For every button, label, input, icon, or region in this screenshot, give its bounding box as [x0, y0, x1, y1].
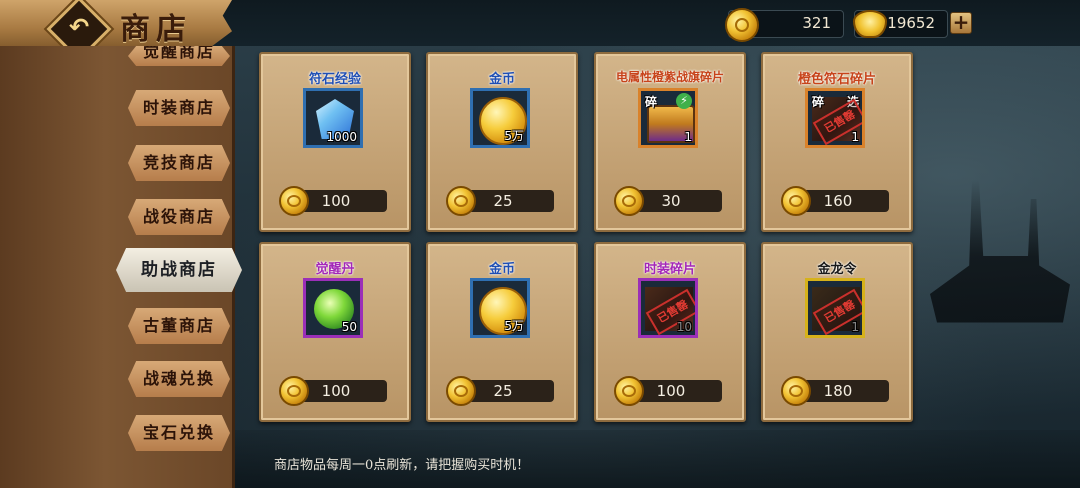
sidebar-item-assist-shop[interactable]: 助战商店 [116, 248, 242, 292]
item-slot[interactable]: 已售罄 1 [805, 278, 865, 338]
item-name: 时装碎片 [643, 262, 696, 277]
item-count: 10 [676, 320, 692, 334]
title-banner [0, 0, 232, 52]
item-slot[interactable]: 50 [303, 278, 363, 338]
fragment-badge: 碎 [645, 95, 658, 109]
price-coin-icon [614, 186, 644, 216]
price-coin-icon [279, 376, 309, 406]
item-count: 1 [851, 320, 859, 334]
price-coin-icon [781, 186, 811, 216]
price-coin-icon [446, 376, 476, 406]
sidebar-item-warsoul-exchange[interactable]: 战魂兑换 [128, 361, 230, 397]
item-slot[interactable]: 5万 [470, 278, 530, 338]
shop-item-card[interactable]: 橙色符石碎片 碎 选 已售罄 1 160 [761, 52, 913, 232]
lightning-icon: ⚡ [676, 93, 692, 109]
price-coin-icon [614, 376, 644, 406]
shop-item-card[interactable]: 觉醒丹 50 100 [259, 242, 411, 422]
shop-item-card[interactable]: 金龙令 已售罄 1 180 [761, 242, 913, 422]
gold-coin-icon [725, 8, 759, 42]
item-name: 觉醒丹 [315, 262, 355, 277]
page-title: 商店 [120, 12, 192, 47]
item-name: 金币 [488, 262, 515, 277]
shop-item-card[interactable]: 金币 5万 25 [426, 242, 578, 422]
back-arrow-icon[interactable]: ↶ [62, 10, 96, 44]
sidebar-item-awaken-shop[interactable]: 觉醒商店 [128, 46, 230, 66]
shop-item-card[interactable]: 时装碎片 已售罄 10 100 [594, 242, 746, 422]
item-name: 金龙令 [817, 262, 857, 277]
shop-item-card[interactable]: 电属性橙紫战旗碎片 碎 ⚡ 1 30 [594, 52, 746, 232]
item-count: 1 [851, 130, 859, 144]
item-slot[interactable]: 1000 [303, 88, 363, 148]
sidebar-item-fashion-shop[interactable]: 时装商店 [128, 90, 230, 126]
fragment-badge: 碎 [812, 95, 825, 109]
item-name: 符石经验 [308, 72, 361, 87]
price-coin-icon [279, 186, 309, 216]
gold-ingot-icon [853, 10, 887, 38]
item-name: 电属性橙紫战旗碎片 [615, 70, 724, 84]
item-slot[interactable]: 已售罄 10 [638, 278, 698, 338]
price-coin-icon [781, 376, 811, 406]
add-currency-button[interactable]: + [950, 12, 972, 34]
sidebar-item-antique-shop[interactable]: 古董商店 [128, 308, 230, 344]
sidebar-item-gem-exchange[interactable]: 宝石兑换 [128, 415, 230, 451]
item-name: 金币 [488, 72, 515, 87]
item-count: 50 [341, 320, 357, 334]
sidebar-item-campaign-shop[interactable]: 战役商店 [128, 199, 230, 235]
gold-counter: 321 [725, 8, 844, 42]
item-count: 1 [684, 130, 692, 144]
item-count: 1000 [326, 130, 357, 144]
gold-value: 321 [802, 14, 831, 32]
item-count: 5万 [504, 319, 524, 333]
price-coin-icon [446, 186, 476, 216]
refresh-notice: 商店物品每周一0点刷新，请把握购买时机！ [274, 458, 530, 473]
shop-item-card[interactable]: 金币 5万 25 [426, 52, 578, 232]
ingot-counter: 19652 [853, 10, 948, 38]
shop-item-card[interactable]: 符石经验 1000 100 [259, 52, 411, 232]
item-slot[interactable]: 碎 选 已售罄 1 [805, 88, 865, 148]
item-slot[interactable]: 碎 ⚡ 1 [638, 88, 698, 148]
sidebar-item-arena-shop[interactable]: 竞技商店 [128, 145, 230, 181]
item-slot[interactable]: 5万 [470, 88, 530, 148]
item-name: 橙色符石碎片 [797, 72, 876, 87]
item-count: 5万 [504, 129, 524, 143]
ingot-value: 19652 [887, 14, 935, 32]
